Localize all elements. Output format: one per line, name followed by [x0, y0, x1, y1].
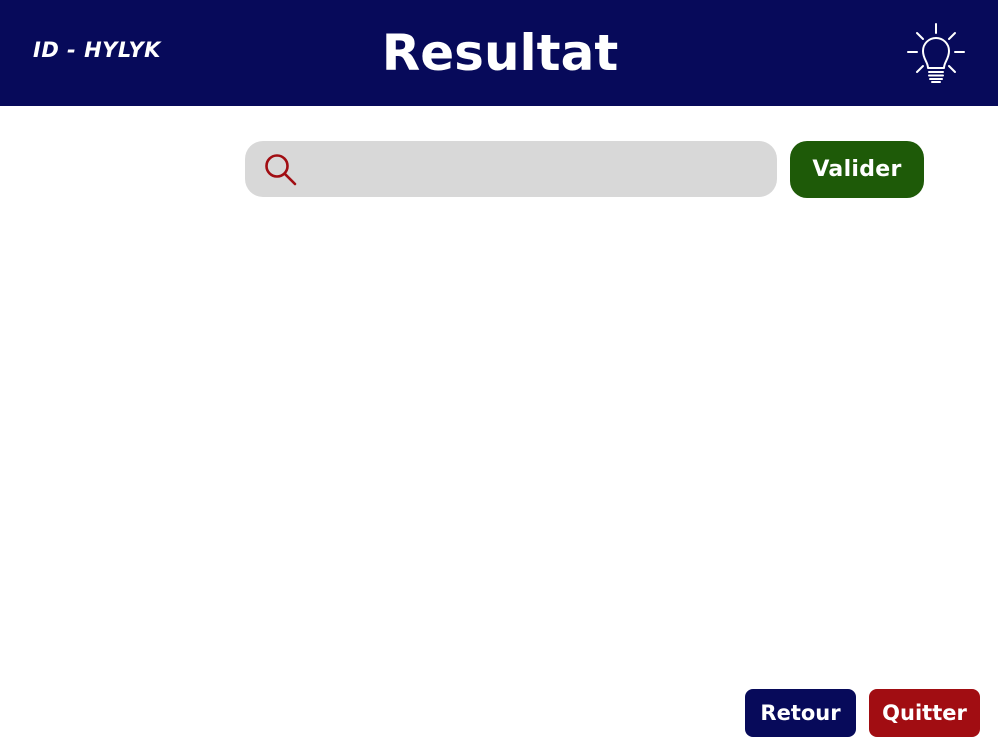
quit-button[interactable]: Quitter — [869, 689, 980, 737]
hint-button[interactable] — [904, 20, 968, 86]
result-page: ID - HYLYK Resultat Valider Retour Quitt… — [0, 0, 1000, 750]
search-bar[interactable] — [245, 141, 777, 197]
header-bar: ID - HYLYK Resultat — [0, 0, 998, 106]
back-button[interactable]: Retour — [745, 689, 856, 737]
search-input[interactable] — [311, 141, 761, 197]
search-icon — [265, 154, 297, 186]
page-title: Resultat — [381, 24, 619, 82]
validate-button[interactable]: Valider — [790, 141, 924, 198]
lightbulb-icon — [907, 23, 965, 83]
